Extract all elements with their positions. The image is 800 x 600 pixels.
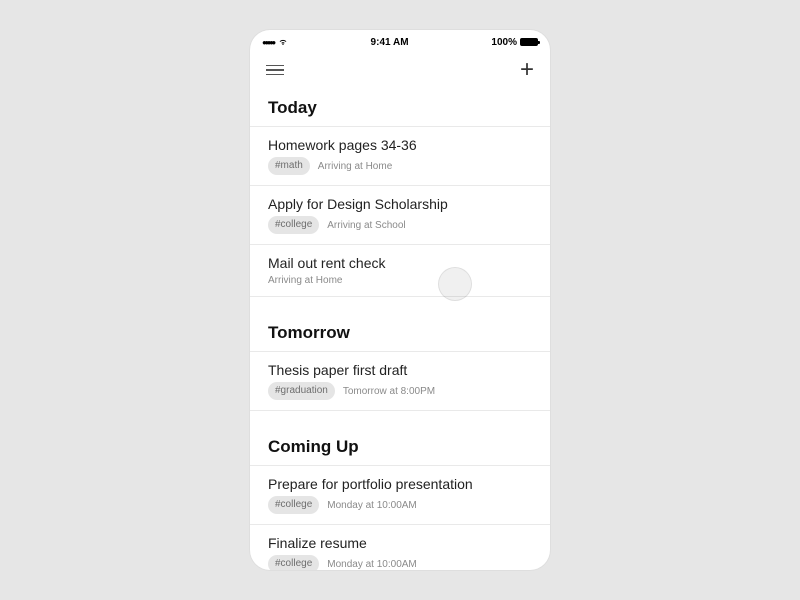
task-context: Monday at 10:00AM <box>327 500 417 511</box>
task-context: Tomorrow at 8:00PM <box>343 386 435 397</box>
list-tomorrow: Thesis paper first draft #graduation Tom… <box>250 351 550 411</box>
section-header-today: Today <box>250 86 550 126</box>
nav-bar: + <box>250 48 550 86</box>
status-right: 100% <box>491 37 538 48</box>
menu-icon[interactable] <box>266 65 284 76</box>
list-today: Homework pages 34-36 #math Arriving at H… <box>250 126 550 297</box>
task-tag[interactable]: #college <box>268 216 319 234</box>
list-coming-up: Prepare for portfolio presentation #coll… <box>250 465 550 570</box>
list-item[interactable]: Prepare for portfolio presentation #coll… <box>250 466 550 525</box>
add-button[interactable]: + <box>520 58 534 82</box>
battery-icon <box>520 38 538 46</box>
task-title: Mail out rent check <box>268 255 532 271</box>
task-context: Arriving at Home <box>318 161 392 172</box>
status-bar: ●●●●● 9:41 AM 100% <box>250 30 550 48</box>
task-tag[interactable]: #graduation <box>268 382 335 400</box>
list-item[interactable]: Homework pages 34-36 #math Arriving at H… <box>250 127 550 186</box>
content-scroll[interactable]: Today Homework pages 34-36 #math Arrivin… <box>250 86 550 570</box>
task-context: Arriving at School <box>327 220 405 231</box>
section-header-coming-up: Coming Up <box>250 425 550 465</box>
battery-percent: 100% <box>491 37 517 48</box>
wifi-icon <box>278 37 288 47</box>
signal-dots-icon: ●●●●● <box>262 38 274 47</box>
task-tag[interactable]: #college <box>268 496 319 514</box>
task-tag[interactable]: #math <box>268 157 310 175</box>
task-title: Homework pages 34-36 <box>268 137 532 153</box>
task-title: Finalize resume <box>268 535 532 551</box>
list-item[interactable]: Finalize resume #college Monday at 10:00… <box>250 525 550 570</box>
status-left: ●●●●● <box>262 37 288 47</box>
status-time: 9:41 AM <box>371 37 409 48</box>
list-item[interactable]: Thesis paper first draft #graduation Tom… <box>250 352 550 411</box>
list-item[interactable]: Mail out rent check Arriving at Home <box>250 245 550 297</box>
task-context: Arriving at Home <box>268 275 342 286</box>
task-tag[interactable]: #college <box>268 555 319 570</box>
task-context: Monday at 10:00AM <box>327 559 417 570</box>
phone-frame: ●●●●● 9:41 AM 100% + Today Homework page… <box>250 30 550 570</box>
list-item[interactable]: Apply for Design Scholarship #college Ar… <box>250 186 550 245</box>
task-title: Prepare for portfolio presentation <box>268 476 532 492</box>
task-title: Apply for Design Scholarship <box>268 196 532 212</box>
task-title: Thesis paper first draft <box>268 362 532 378</box>
section-header-tomorrow: Tomorrow <box>250 311 550 351</box>
